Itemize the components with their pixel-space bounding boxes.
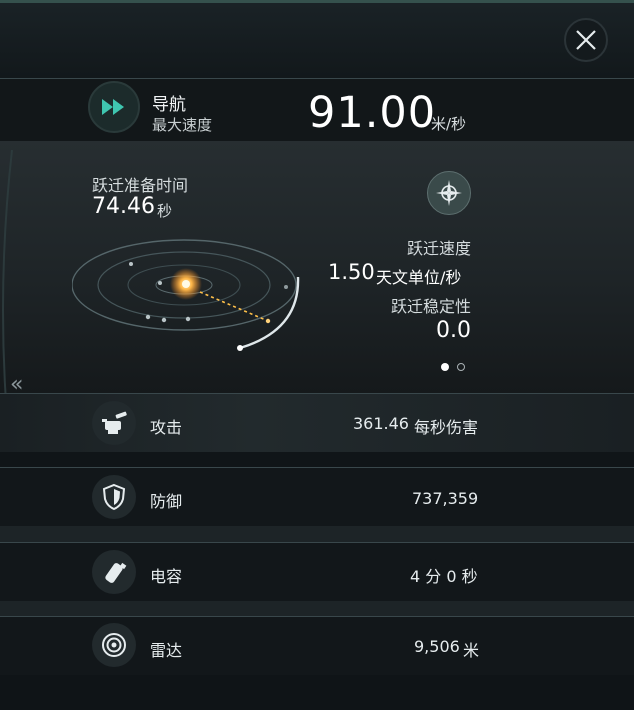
page-dot-1[interactable]: [441, 363, 449, 371]
turret-icon: [102, 411, 127, 434]
row-gap: [0, 601, 634, 616]
compass-icon: [436, 180, 462, 206]
warp-orbit-diagram: [72, 239, 300, 351]
radar-unit: 米: [463, 641, 480, 660]
stat-row-defense[interactable]: 防御 737,359: [0, 468, 634, 526]
radar-label: 雷达: [150, 641, 183, 660]
navigation-icon-button: [88, 81, 140, 133]
shield-icon: [102, 483, 126, 511]
max-speed-value: 91.00: [308, 88, 437, 138]
radar-value: 9,506: [414, 637, 460, 656]
attack-unit: 每秒伤害: [414, 418, 479, 437]
warp-speed-label: 跃迁速度: [406, 239, 471, 258]
max-speed-label: 最大速度: [152, 116, 213, 134]
warp-prep-time-value: 74.46: [92, 194, 155, 219]
max-speed-unit: 米/秒: [431, 115, 467, 133]
stat-row-attack[interactable]: 攻击 361.46 每秒伤害: [0, 394, 634, 452]
warp-stability-value: 0.0: [436, 318, 471, 343]
defense-value: 737,359: [412, 489, 479, 508]
capacitor-icon: [105, 562, 127, 583]
page-dot-2[interactable]: [457, 363, 465, 371]
radar-icon: [102, 633, 126, 657]
row-gap: [0, 452, 634, 467]
attack-icon-wrap: [92, 401, 136, 445]
close-button[interactable]: [564, 18, 608, 62]
footer-space: [0, 675, 634, 710]
warp-speed-unit: 天文单位/秒: [376, 268, 462, 287]
fast-forward-icon: [102, 99, 124, 115]
attack-value: 361.46: [353, 414, 409, 433]
stat-row-capacitor[interactable]: 电容 4 分 0 秒: [0, 543, 634, 601]
warp-stability-label: 跃迁稳定性: [390, 297, 471, 316]
warp-prep-time-unit: 秒: [157, 202, 173, 220]
warp-compass-button[interactable]: [427, 171, 471, 215]
close-icon: [576, 30, 596, 50]
capacitor-value: 4 分 0 秒: [410, 567, 478, 586]
top-bar: [0, 0, 634, 78]
attack-label: 攻击: [150, 418, 183, 437]
warp-prep-time-label: 跃迁准备时间: [92, 176, 189, 195]
capacitor-label: 电容: [150, 567, 183, 586]
defense-icon-wrap: [92, 475, 136, 519]
defense-label: 防御: [150, 492, 183, 511]
navigation-title: 导航: [152, 95, 186, 115]
radar-icon-wrap: [92, 623, 136, 667]
stat-row-radar[interactable]: 雷达 9,506 米: [0, 617, 634, 675]
warp-speed-value: 1.50: [328, 260, 375, 284]
page-indicator: [441, 363, 465, 371]
capacitor-icon-wrap: [92, 550, 136, 594]
row-gap: [0, 526, 634, 542]
